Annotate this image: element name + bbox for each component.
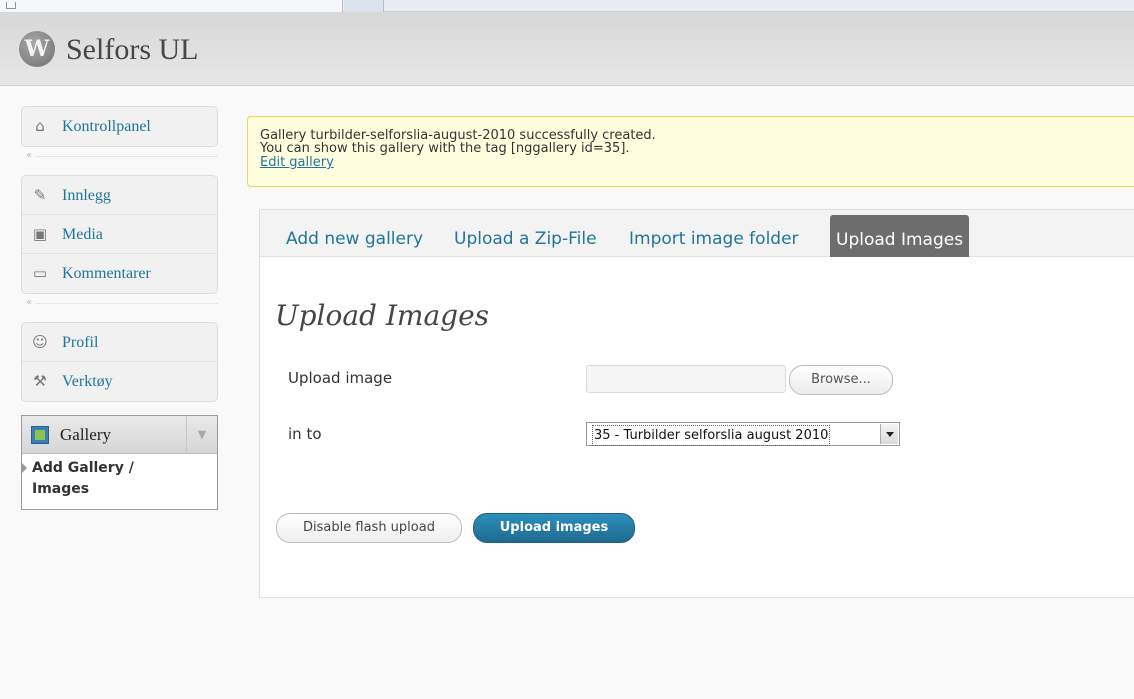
tab-favicon-icon [6,2,16,9]
sidebar-item-verktoy[interactable]: ⚒ Verktøy [22,362,217,401]
sidebar-gallery-menu: Gallery ▼ Add Gallery / Images [21,415,218,510]
upload-panel: Add new gallery Upload a Zip-File Import… [259,209,1134,598]
gallery-icon [31,426,49,444]
menu-group-content: ✎ Innlegg ▣ Media ▭ Kommentarer [21,175,218,294]
sidebar-item-label: Profil [62,334,99,351]
browser-tab-strip [0,0,1134,12]
menu-separator: « [21,297,218,311]
menu-group-dashboard: ⌂ Kontrollpanel [21,106,218,147]
dropdown-arrow-icon[interactable] [880,424,898,444]
sidebar-item-label: Verktøy [62,373,113,390]
gallery-select[interactable]: 35 - Turbilder selforslia august 2010 [586,422,900,446]
tab-add-new-gallery[interactable]: Add new gallery [286,227,423,251]
sidebar-item-label: Innlegg [62,187,111,204]
sidebar-item-kommentarer[interactable]: ▭ Kommentarer [22,254,217,293]
tab-import-folder[interactable]: Import image folder [629,227,799,251]
sidebar-item-label: Kontrollpanel [62,118,151,135]
gallery-select-value: 35 - Turbilder selforslia august 2010 [592,425,831,446]
pin-icon: ✎ [33,186,47,204]
upload-image-label: Upload image [288,369,393,387]
into-label: in to [288,425,322,443]
sidebar-item-label: Kommentarer [62,265,151,282]
tools-icon: ⚒ [33,372,47,390]
new-tab-button[interactable] [344,0,384,12]
media-icon: ▣ [32,225,48,243]
tab-upload-zip[interactable]: Upload a Zip-File [454,227,597,251]
admin-header: W Selfors UL [0,12,1134,86]
browser-tab[interactable] [0,0,343,12]
submenu-item-add-gallery[interactable]: Add Gallery / Images [21,458,202,500]
file-path-field[interactable] [586,365,786,393]
sidebar-item-media[interactable]: ▣ Media [22,215,217,254]
wordpress-logo-icon[interactable]: W [19,31,55,67]
submenu-label-line2: Images [32,481,90,497]
success-notice: Gallery turbilder-selforslia-august-2010… [247,116,1134,187]
users-icon: ☺ [32,333,48,351]
home-icon: ⌂ [35,117,45,135]
sidebar-item-label: Media [62,226,103,243]
sidebar-item-label: Gallery [60,425,111,444]
submenu-label-line1: Add Gallery / [32,460,134,476]
upload-images-button[interactable]: Upload images [473,513,635,543]
sidebar-item-innlegg[interactable]: ✎ Innlegg [22,176,217,215]
disable-flash-upload-button[interactable]: Disable flash upload [276,513,462,543]
comment-icon: ▭ [32,264,48,282]
page-title: Upload Images [275,299,490,332]
tab-upload-images[interactable]: Upload Images [830,215,970,257]
tab-bar: Add new gallery Upload a Zip-File Import… [260,210,1134,257]
edit-gallery-link[interactable]: Edit gallery [260,155,334,170]
sidebar-item-profil[interactable]: ☺ Profil [22,323,217,362]
sidebar-item-gallery[interactable]: Gallery ▼ [22,416,217,454]
browse-button[interactable]: Browse... [789,365,893,395]
current-arrow-icon [21,462,27,474]
menu-separator: « [21,150,218,164]
menu-group-users: ☺ Profil ⚒ Verktøy [21,322,218,402]
sidebar-item-kontrollpanel[interactable]: ⌂ Kontrollpanel [22,107,217,146]
chevron-down-icon[interactable]: ▼ [192,426,212,444]
site-title[interactable]: Selfors UL [66,32,198,68]
notice-tag-hint: You can show this gallery with the tag [… [260,141,630,156]
